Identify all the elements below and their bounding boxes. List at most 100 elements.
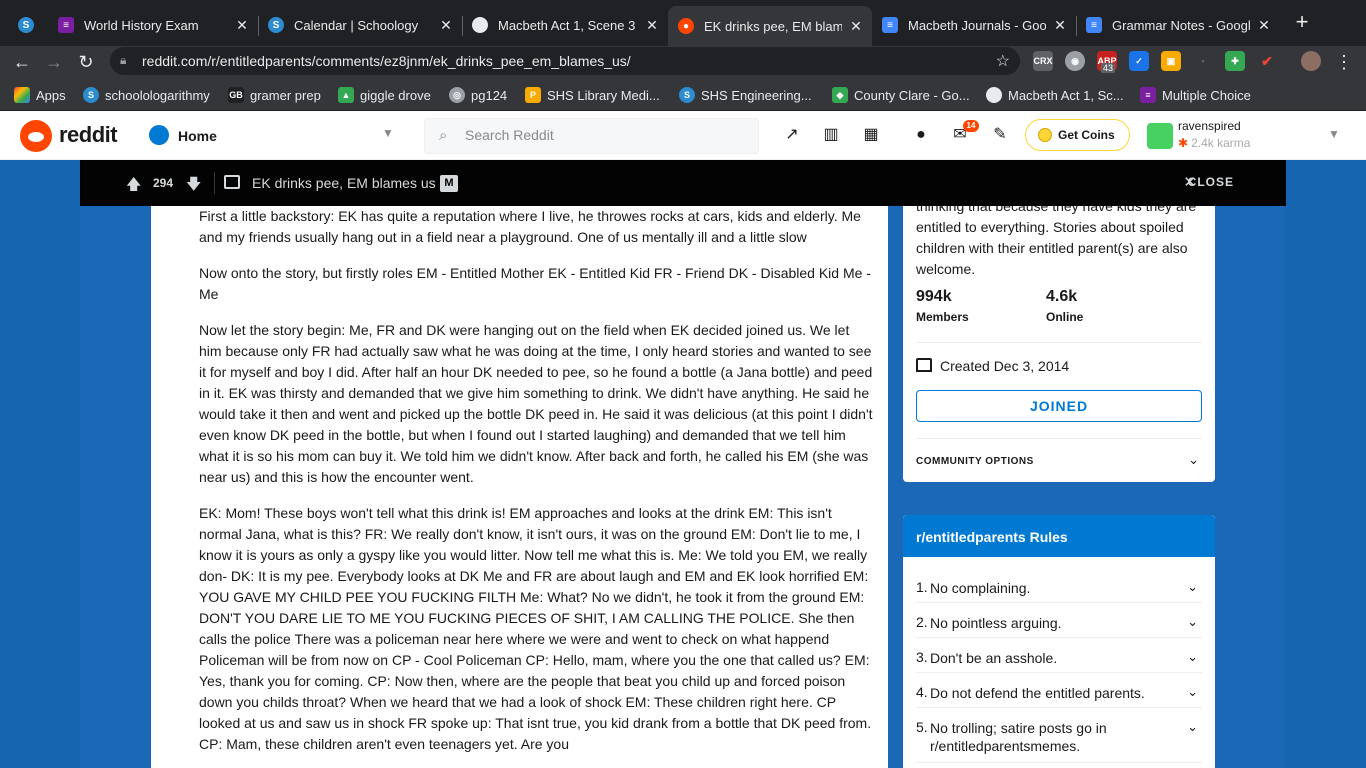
tab-grammar-notes[interactable]: ≡ Grammar Notes - Google ✕ [1076,8,1280,42]
extension-badge: 43 [1101,63,1116,73]
extension-icon[interactable]: • [1193,51,1213,71]
rules-header: r/entitledparents Rules [903,515,1215,557]
chevron-down-icon[interactable]: ⌄ [1188,452,1199,468]
user-menu-chevron-icon[interactable]: ▼ [1328,127,1340,141]
reddit-wordmark[interactable]: reddit [59,122,118,148]
bookmark-shs-engineering[interactable]: S SHS Engineering... [679,85,812,105]
apps-grid-icon [14,87,30,103]
rules-card: r/entitledparents Rules 1. No complainin… [903,515,1215,768]
home-dropdown-label[interactable]: Home [178,128,217,144]
rule-item[interactable]: 4. Do not defend the entitled parents. ⌄ [916,684,1202,708]
tab-title: EK drinks pee, EM blame [704,18,842,34]
box-extension-icon[interactable]: ▣ [1161,51,1181,71]
globe-icon: ◎ [449,87,465,103]
post-paragraph: Now let the story begin: Me, FR and DK w… [199,322,873,485]
tab-title: Macbeth Journals - Goog [908,17,1046,33]
bookmark-gramer-prep[interactable]: GB gramer prep [228,85,321,105]
trending-icon[interactable]: ↗ [782,125,802,145]
drive-icon: ▲ [338,87,354,103]
rule-item[interactable]: 1. No complaining. ⌄ [916,579,1202,603]
close-tab-icon[interactable]: ✕ [438,17,454,34]
search-box[interactable]: ⌕ [424,118,759,154]
members-label: Members [916,310,969,324]
user-avatar[interactable] [1147,123,1173,149]
check-extension-icon[interactable]: ✔ [1257,51,1277,71]
tab-macbeth-journals[interactable]: ≡ Macbeth Journals - Goog ✕ [872,8,1076,42]
bookmark-shs-library[interactable]: P SHS Library Medi... [525,85,660,105]
rule-item[interactable]: 2. No pointless arguing. ⌄ [916,614,1202,638]
close-tab-icon[interactable]: ✕ [1052,17,1068,34]
color-extension-icon[interactable]: ✚ [1225,51,1245,71]
browser-tab-strip: S ≡ World History Exam ✕ S Calendar | Sc… [0,0,1366,46]
chevron-down-icon[interactable]: ⌄ [1187,719,1198,735]
search-input[interactable] [465,127,745,143]
get-coins-button[interactable]: Get Coins [1025,119,1130,151]
post-bar-title: EK drinks pee, EM blames us [252,175,436,191]
forward-button[interactable]: → [42,50,66,74]
reload-button[interactable]: ↻ [74,50,98,74]
username[interactable]: ravenspired [1178,119,1241,133]
post-score: 294 [153,176,174,190]
joined-button[interactable]: JOINED [916,390,1202,422]
close-tab-icon[interactable]: ✕ [1256,17,1272,34]
chevron-down-icon[interactable]: ⌄ [1187,684,1198,700]
mail-badge: 14 [963,120,979,132]
tab-schoology-pinned[interactable]: S [8,8,48,42]
bookmark-label: SHS Library Medi... [547,87,660,103]
site-icon [986,87,1002,103]
rule-number: 5. [916,719,928,735]
chevron-down-icon[interactable]: ⌄ [1187,579,1198,595]
forms-icon: ≡ [1140,87,1156,103]
reddit-logo-icon[interactable] [20,120,52,152]
created-date: Created Dec 3, 2014 [940,358,1070,374]
address-bar[interactable]: 🔒︎ reddit.com/r/entitledparents/comments… [110,47,1020,75]
online-label: Online [1046,310,1084,324]
tab-calendar-schoology[interactable]: S Calendar | Schoology ✕ [258,8,462,42]
tab-reddit-active[interactable]: ● EK drinks pee, EM blame ✕ [668,6,872,46]
post-paragraph: Now onto the story, but firstly roles EM… [199,265,871,302]
upvote-arrow-icon[interactable]: 🡅 [126,174,141,199]
new-tab-button[interactable]: + [1290,10,1314,34]
bookmark-macbeth[interactable]: Macbeth Act 1, Sc... [986,85,1124,105]
forms-icon: ≡ [58,17,74,33]
community-options-toggle[interactable]: COMMUNITY OPTIONS [916,456,1034,467]
bookmark-giggle-drove[interactable]: ▲ giggle drove [338,85,431,105]
community-description: thinking that because they have kids the… [916,206,1197,277]
coins-icon[interactable]: ▦ [861,125,881,145]
bookmark-pg124[interactable]: ◎ pg124 [449,85,507,105]
menu-kebab-icon[interactable]: ⋮ [1332,50,1356,74]
chevron-down-icon[interactable]: ▼ [382,126,394,140]
bookmark-apps[interactable]: Apps [14,85,66,105]
rule-item[interactable]: 3. Don't be an asshole. ⌄ [916,649,1202,673]
maps-icon: ◆ [832,87,848,103]
bookmark-label: gramer prep [250,87,321,103]
tab-title: Macbeth Act 1, Scene 3 T [498,17,638,33]
back-button[interactable]: ← [10,50,34,74]
owl-extension-icon[interactable]: ◉ [1065,51,1085,71]
close-button[interactable]: CLOSE [1188,175,1234,189]
tab-macbeth-act1[interactable]: Macbeth Act 1, Scene 3 T ✕ [462,8,668,42]
close-tab-icon[interactable]: ✕ [848,18,864,35]
bookmark-multiple-choice[interactable]: ≡ Multiple Choice [1140,85,1251,105]
checkmark-extension-icon[interactable]: ✓ [1129,51,1149,71]
rule-item[interactable]: 5. No trolling; satire posts go in r/ent… [916,719,1202,763]
profile-avatar[interactable] [1301,51,1321,71]
crx-extension-icon[interactable]: CRX [1033,51,1053,71]
bookmark-star-icon[interactable]: ☆ [996,51,1010,71]
chevron-down-icon[interactable]: ⌄ [1187,649,1198,665]
schoology-icon: S [83,87,99,103]
bookmark-schoolologarithmy[interactable]: S schoolologarithmy [83,85,210,105]
about-community-card: thinking that because they have kids the… [903,206,1215,482]
close-tab-icon[interactable]: ✕ [644,17,660,34]
chevron-down-icon[interactable]: ⌄ [1187,614,1198,630]
bookmark-county-clare[interactable]: ◆ County Clare - Go... [832,85,970,105]
rule-number: 1. [916,579,928,595]
downvote-arrow-icon[interactable]: 🡇 [186,174,201,199]
docs-icon: ≡ [1086,17,1102,33]
tab-world-history-exam[interactable]: ≡ World History Exam ✕ [48,8,258,42]
leaderboard-icon[interactable]: ▥ [821,125,841,145]
bookmark-label: schoolologarithmy [105,87,210,103]
chat-icon[interactable]: ● [911,125,931,145]
close-tab-icon[interactable]: ✕ [234,17,250,34]
create-post-icon[interactable]: ✎ [990,125,1010,145]
